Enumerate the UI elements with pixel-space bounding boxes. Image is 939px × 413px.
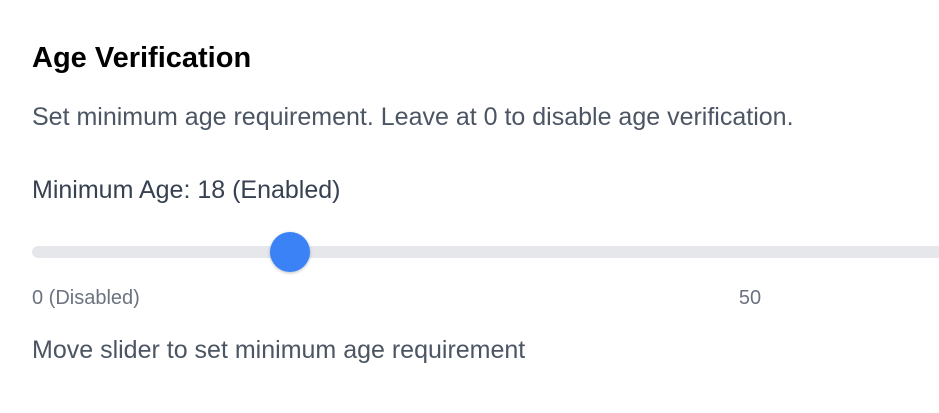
minimum-age-slider[interactable] <box>32 232 939 272</box>
slider-thumb[interactable] <box>270 232 310 272</box>
slider-hint: Move slider to set minimum age requireme… <box>32 336 526 364</box>
age-verification-panel: Age Verification Set minimum age require… <box>0 0 939 413</box>
slider-min-label: 0 (Disabled) <box>32 287 140 309</box>
slider-track[interactable] <box>32 246 939 258</box>
section-description: Set minimum age requirement. Leave at 0 … <box>32 103 794 131</box>
minimum-age-label: Minimum Age: 18 (Enabled) <box>32 176 341 204</box>
section-title: Age Verification <box>32 42 252 74</box>
slider-mid-label: 50 <box>738 287 762 309</box>
